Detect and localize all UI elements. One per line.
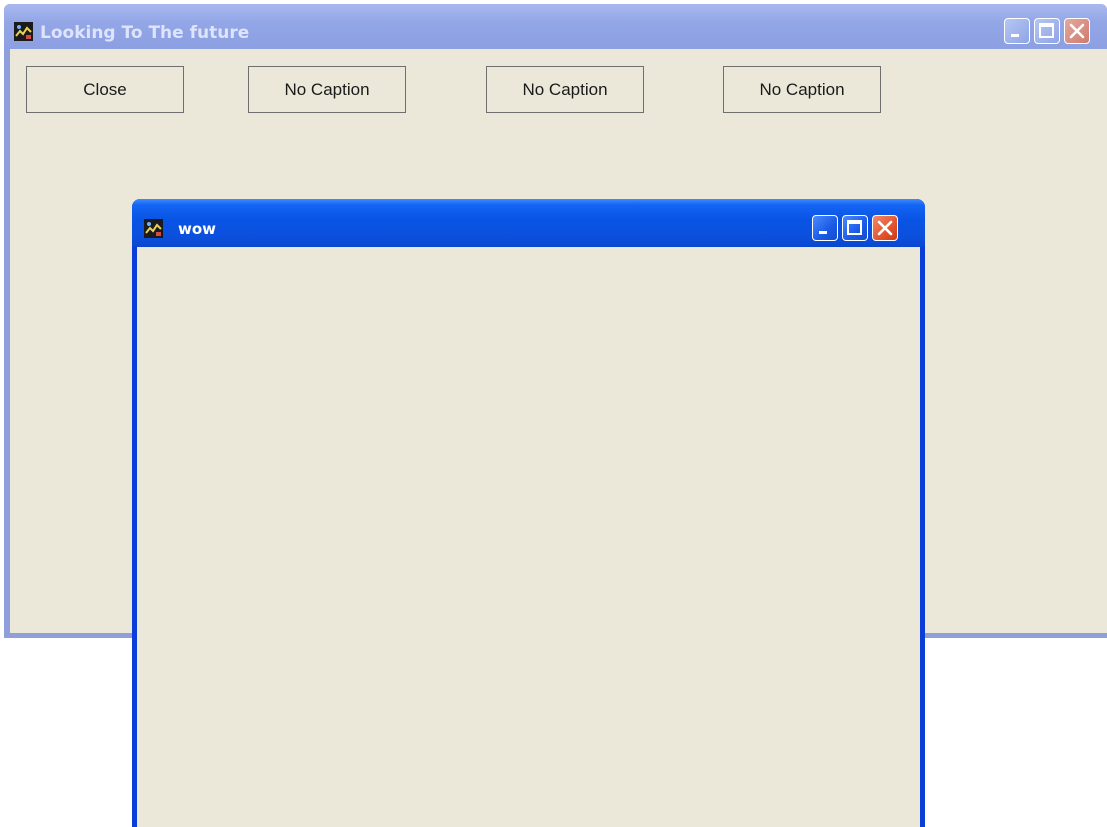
wow-window-client-area [137, 247, 920, 827]
maximize-icon [847, 220, 862, 235]
wow-window-title: wow [178, 220, 217, 238]
main-window-title: Looking To The future [40, 23, 250, 43]
no-caption-button-1[interactable]: No Caption [248, 66, 406, 113]
close-window-button[interactable]: Close [26, 66, 184, 113]
main-window-titlebar[interactable]: Looking To The future [4, 4, 1107, 49]
wow-close-button[interactable] [872, 215, 898, 241]
maximize-icon [1039, 23, 1054, 38]
wow-window: wow [132, 199, 925, 827]
minimize-button[interactable] [1004, 18, 1030, 44]
minimize-icon [819, 231, 827, 234]
close-button[interactable] [1064, 18, 1090, 44]
minimize-icon [1011, 34, 1019, 37]
app-icon [144, 219, 163, 238]
maximize-button[interactable] [1034, 18, 1060, 44]
wow-maximize-button[interactable] [842, 215, 868, 241]
no-caption-button-2[interactable]: No Caption [486, 66, 644, 113]
app-icon [14, 22, 33, 41]
no-caption-button-3[interactable]: No Caption [723, 66, 881, 113]
close-icon [877, 220, 893, 236]
close-icon [1069, 23, 1085, 39]
wow-window-titlebar[interactable]: wow [132, 199, 925, 247]
wow-minimize-button[interactable] [812, 215, 838, 241]
